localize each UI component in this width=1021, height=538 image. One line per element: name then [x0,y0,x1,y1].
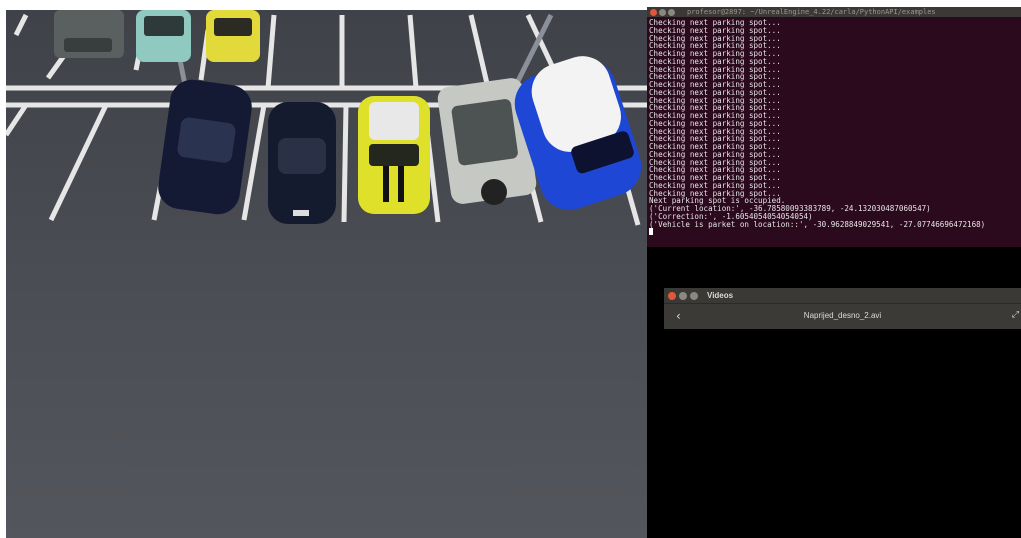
close-icon[interactable] [668,291,676,300]
terminal-titlebar[interactable]: profesor@2897: ~/UnrealEngine_4.22/carla… [647,7,1021,17]
maximize-icon[interactable] [690,291,698,300]
minimize-icon[interactable] [679,291,687,300]
minimize-icon[interactable] [659,8,666,16]
simulation-viewport [6,10,647,538]
terminal-title: profesor@2897: ~/UnrealEngine_4.22/carla… [687,8,936,16]
text-cursor [649,228,653,236]
maximize-icon[interactable] [668,8,675,16]
terminal-window[interactable]: profesor@2897: ~/UnrealEngine_4.22/carla… [647,7,1021,247]
resize-icon[interactable]: ⤢ [1012,310,1019,320]
videos-titlebar[interactable]: Videos [664,288,1021,303]
close-icon[interactable] [650,8,657,16]
top-row-cars [54,10,260,62]
terminal-line: ('Vehicle is parket on location::', -30.… [649,219,986,229]
video-filename: Naprijed_desno_2.avi [803,311,882,320]
video-player-area[interactable] [664,329,1021,538]
videos-header-bar: ‹ Naprijed_desno_2.avi ⤢ [664,303,1021,329]
videos-window[interactable]: Videos ‹ Naprijed_desno_2.avi ⤢ [664,288,1021,538]
terminal-output[interactable]: Checking next parking spot... Checking ne… [647,17,1021,236]
videos-title: Videos [707,291,734,300]
terminal-cursor-line[interactable] [649,228,1021,236]
parking-lot-scene [6,10,647,538]
